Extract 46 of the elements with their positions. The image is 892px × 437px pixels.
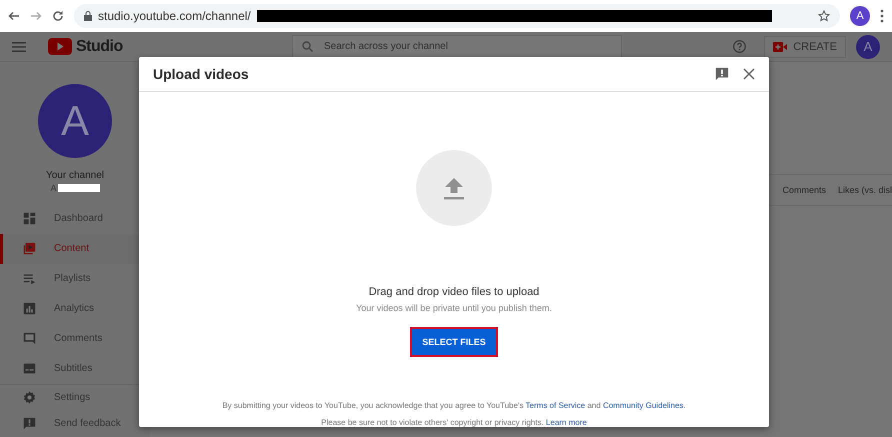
sidebar-item[interactable]: Subtitles <box>0 354 150 384</box>
redaction-bar <box>58 184 100 192</box>
feedback-icon <box>715 67 729 81</box>
search-field[interactable]: Search across your channel <box>292 34 622 58</box>
close-button[interactable] <box>743 68 755 80</box>
privacy-hint: Your videos will be private until you publish them. <box>356 303 552 313</box>
address-bar[interactable]: studio.youtube.com/channel/ <box>74 4 840 28</box>
logo-text: Studio <box>76 38 123 56</box>
feedback-icon <box>23 417 36 430</box>
sidebar-item[interactable]: Send feedback <box>0 410 150 437</box>
content-icon <box>23 242 36 256</box>
terms-link[interactable]: Terms of Service <box>526 401 586 410</box>
comments-icon <box>23 332 36 346</box>
menu-icon[interactable] <box>880 9 884 23</box>
analytics-icon <box>23 302 36 316</box>
guidelines-link[interactable]: Community Guidelines <box>602 401 684 410</box>
column-header[interactable]: Likes (vs. disl <box>838 185 892 195</box>
create-button[interactable]: CREATE <box>764 36 846 58</box>
lock-icon <box>84 11 92 21</box>
search-icon <box>302 40 313 52</box>
select-files-button[interactable]: SELECT FILES <box>410 327 498 357</box>
column-header[interactable]: Comments <box>782 185 826 195</box>
close-icon <box>743 68 755 80</box>
upload-icon <box>441 175 467 201</box>
feedback-button[interactable] <box>715 67 729 81</box>
profile-avatar[interactable]: A <box>850 6 870 26</box>
terms-notice: By submitting your videos to YouTube, you acknowledge that you agree to YouTube's Terms of Service and Community Guidelines. <box>222 401 686 410</box>
learn-more-link[interactable]: Learn more <box>546 418 587 427</box>
reload-icon[interactable] <box>52 10 64 22</box>
video-camera-icon <box>773 42 788 52</box>
account-avatar[interactable]: A <box>856 34 880 58</box>
dialog-title: Upload videos <box>153 66 250 82</box>
copyright-notice: Please be sure not to violate others' copyright or privacy rights. Learn more <box>321 418 587 427</box>
channel-label: Your channel <box>46 170 104 181</box>
dashboard-icon <box>23 212 36 226</box>
sidebar-item[interactable]: Playlists <box>0 264 150 294</box>
play-logo-icon <box>48 38 72 55</box>
playlists-icon <box>23 272 36 286</box>
channel-avatar[interactable]: A <box>38 84 112 158</box>
star-icon[interactable] <box>818 10 830 22</box>
settings-icon <box>23 391 36 404</box>
url-text: studio.youtube.com/channel/ <box>98 9 251 23</box>
subtitles-icon <box>23 362 36 376</box>
back-arrow-icon[interactable] <box>8 10 20 22</box>
drop-heading: Drag and drop video files to upload <box>368 286 540 298</box>
help-icon[interactable] <box>733 40 746 53</box>
